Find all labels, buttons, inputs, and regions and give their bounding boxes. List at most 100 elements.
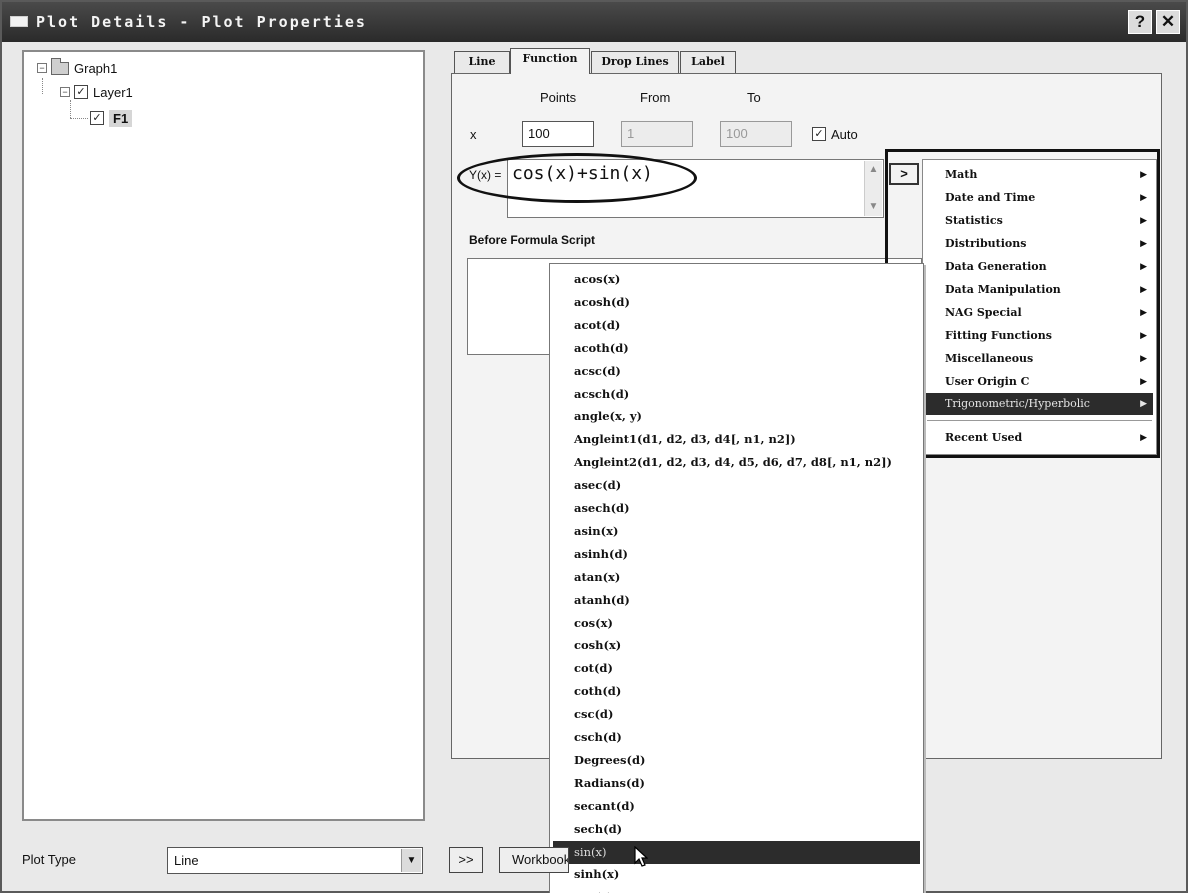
to-input[interactable]: 100: [720, 121, 792, 147]
submenu-item[interactable]: acos(x): [553, 268, 920, 291]
menu-item-recent-used[interactable]: Recent Used ▶: [925, 427, 1153, 449]
submenu-arrow-icon: ▶: [1140, 262, 1147, 272]
collapse-icon[interactable]: −: [37, 63, 47, 73]
close-button[interactable]: ✕: [1156, 10, 1180, 34]
menu-item-label: Date and Time: [945, 191, 1036, 204]
submenu-item[interactable]: atanh(d): [553, 589, 920, 612]
submenu-arrow-icon: ▶: [1140, 239, 1147, 249]
formula-input[interactable]: cos(x)+sin(x) ▲ ▼: [507, 159, 884, 218]
submenu-item[interactable]: angle(x, y): [553, 405, 920, 428]
submenu-arrow-icon: ▶: [1140, 308, 1147, 318]
submenu-item[interactable]: asech(d): [553, 497, 920, 520]
submenu-arrow-icon: ▶: [1140, 433, 1147, 443]
menu-item-label: Fitting Functions: [945, 329, 1052, 342]
submenu-item[interactable]: sinh(x): [553, 863, 920, 886]
tab-function[interactable]: Function: [510, 48, 590, 74]
submenu-item[interactable]: acsch(d): [553, 383, 920, 406]
menu-item-nag-special[interactable]: NAG Special ▶: [925, 302, 1153, 324]
submenu-item[interactable]: Degrees(d): [553, 749, 920, 772]
submenu-arrow-icon: ▶: [1140, 170, 1147, 180]
submenu-item[interactable]: asin(x): [553, 520, 920, 543]
plot-tree: − Graph1 − ✓ Layer1 ✓ F1: [22, 50, 425, 821]
tab-label[interactable]: Label: [680, 51, 736, 73]
menu-item-label: Trigonometric/Hyperbolic: [945, 397, 1090, 410]
workbook-button[interactable]: Workbook: [499, 847, 569, 873]
trig-hyperbolic-submenu: acos(x) acosh(d) acot(d) acoth(d) acsc(d) acs…: [549, 263, 924, 893]
menu-item-statistics[interactable]: Statistics ▶: [925, 210, 1153, 232]
title-bar[interactable]: Plot Details - Plot Properties ? ✕: [2, 2, 1186, 42]
plot-details-window: Plot Details - Plot Properties ? ✕ − Gra…: [0, 0, 1188, 893]
submenu-item[interactable]: asinh(d): [553, 543, 920, 566]
plot-type-label: Plot Type: [22, 852, 76, 867]
menu-item-data-manipulation[interactable]: Data Manipulation ▶: [925, 279, 1153, 301]
submenu-item[interactable]: Angleint2(d1, d2, d3, d4, d5, d6, d7, d8…: [553, 451, 920, 474]
menu-item-user-origin-c[interactable]: User Origin C ▶: [925, 371, 1153, 393]
formula-scrollbar[interactable]: ▲ ▼: [864, 161, 882, 216]
submenu-item[interactable]: sech(d): [553, 818, 920, 841]
window-icon: [10, 16, 28, 27]
menu-item-distributions[interactable]: Distributions ▶: [925, 233, 1153, 255]
submenu-item[interactable]: cosh(x): [553, 634, 920, 657]
menu-item-fitting-functions[interactable]: Fitting Functions ▶: [925, 325, 1153, 347]
scroll-track[interactable]: [865, 179, 882, 198]
submenu-item[interactable]: acsc(d): [553, 360, 920, 383]
tab-drop-lines[interactable]: Drop Lines: [591, 51, 679, 73]
submenu-item[interactable]: coth(d): [553, 680, 920, 703]
plot-type-select[interactable]: Line ▼: [167, 847, 423, 874]
plot-checkbox[interactable]: ✓: [90, 111, 104, 125]
tree-item-layer1[interactable]: − ✓ Layer1: [60, 82, 133, 102]
submenu-item[interactable]: tan(x): [553, 886, 920, 893]
scroll-up-icon[interactable]: ▲: [865, 161, 882, 179]
tree-item-graph1[interactable]: − Graph1: [37, 57, 118, 78]
x-label: x: [470, 127, 477, 142]
tree-item-f1[interactable]: ✓ F1: [90, 108, 133, 128]
menu-item-trigonometric-hyperbolic[interactable]: Trigonometric/Hyperbolic ▶: [925, 393, 1153, 415]
submenu-item[interactable]: secant(d): [553, 795, 920, 818]
submenu-item[interactable]: Radians(d): [553, 772, 920, 795]
points-header: Points: [540, 90, 577, 105]
submenu-item[interactable]: cot(d): [553, 657, 920, 680]
submenu-item[interactable]: acosh(d): [553, 291, 920, 314]
submenu-item[interactable]: acoth(d): [553, 337, 920, 360]
plot-type-label-text: Plot Type: [22, 852, 76, 867]
tree-item-label: Layer1: [93, 84, 133, 100]
submenu-item[interactable]: acot(d): [553, 314, 920, 337]
collapse-icon[interactable]: −: [60, 87, 70, 97]
menu-item-data-generation[interactable]: Data Generation ▶: [925, 256, 1153, 278]
function-category-menu: Math ▶ Date and Time ▶ Statistics ▶ Distrib…: [922, 159, 1157, 455]
expand-button[interactable]: >>: [449, 847, 483, 873]
from-input[interactable]: 1: [621, 121, 693, 147]
tree-connector: [42, 78, 43, 94]
function-menu-button[interactable]: >: [889, 163, 919, 185]
to-header: To: [747, 90, 761, 105]
submenu-item[interactable]: asec(d): [553, 474, 920, 497]
submenu-arrow-icon: ▶: [1140, 285, 1147, 295]
submenu-item[interactable]: atan(x): [553, 566, 920, 589]
menu-item-date-time[interactable]: Date and Time ▶: [925, 187, 1153, 209]
chevron-down-icon[interactable]: ▼: [401, 849, 421, 872]
auto-checkbox[interactable]: ✓: [812, 127, 826, 141]
menu-item-label: Data Generation: [945, 260, 1047, 273]
submenu-arrow-icon: ▶: [1140, 354, 1147, 364]
plot-type-value: Line: [174, 853, 199, 868]
points-input[interactable]: 100: [522, 121, 594, 147]
menu-item-label: Recent Used: [945, 431, 1023, 444]
auto-checkbox-row[interactable]: ✓ Auto: [812, 124, 858, 144]
menu-item-miscellaneous[interactable]: Miscellaneous ▶: [925, 348, 1153, 370]
submenu-item[interactable]: csch(d): [553, 726, 920, 749]
scroll-down-icon[interactable]: ▼: [865, 198, 882, 216]
help-button[interactable]: ?: [1128, 10, 1152, 34]
submenu-item[interactable]: Angleint1(d1, d2, d3, d4[, n1, n2]): [553, 428, 920, 451]
submenu-item[interactable]: cos(x): [553, 612, 920, 635]
submenu-item[interactable]: csc(d): [553, 703, 920, 726]
tree-item-label: Graph1: [74, 60, 118, 76]
from-header: From: [640, 90, 671, 105]
menu-item-math[interactable]: Math ▶: [925, 164, 1153, 186]
tab-line[interactable]: Line: [454, 51, 510, 73]
submenu-item[interactable]: sin(x): [553, 840, 920, 864]
layer-checkbox[interactable]: ✓: [74, 85, 88, 99]
yx-label: Y(x) =: [469, 168, 502, 182]
menu-item-label: Statistics: [945, 214, 1003, 227]
menu-item-label: Math: [945, 168, 978, 181]
submenu-arrow-icon: ▶: [1140, 377, 1147, 387]
